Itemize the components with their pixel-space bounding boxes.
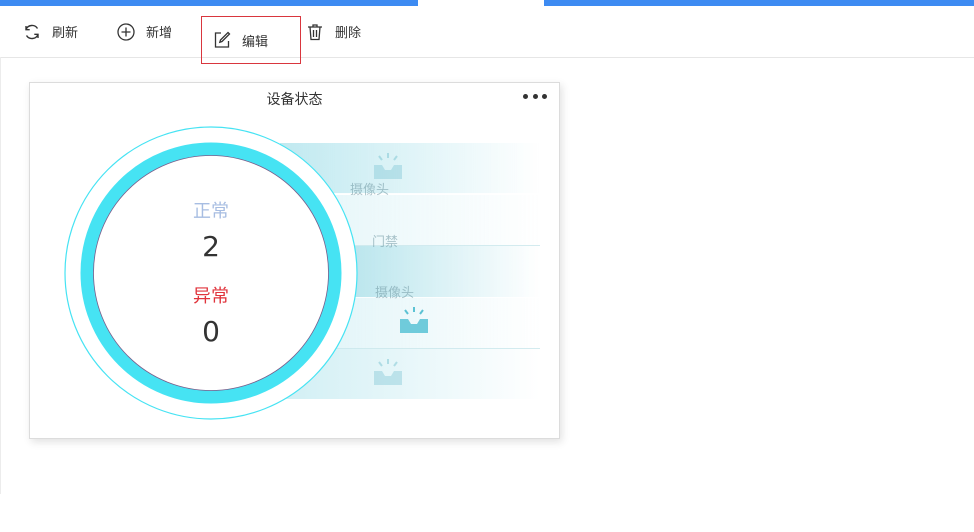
status-gauge: 正常 2 异常 0: [63, 125, 359, 421]
trash-icon: [305, 22, 325, 42]
refresh-button[interactable]: 刷新: [22, 6, 78, 57]
card-title: 设备状态: [266, 92, 323, 108]
device-label: 门禁: [372, 235, 399, 250]
add-label: 新增: [146, 26, 173, 41]
add-button[interactable]: 新增: [116, 6, 172, 57]
edit-icon: [212, 30, 232, 50]
edit-label: 编辑: [242, 34, 269, 50]
edit-button[interactable]: 编辑: [201, 16, 301, 64]
toolbar: 刷新 新增 编辑 删除: [0, 6, 974, 64]
tray-icon: [400, 307, 428, 333]
more-icon[interactable]: [523, 87, 547, 105]
delete-button[interactable]: 删除: [305, 6, 361, 57]
normal-label: 正常: [193, 201, 229, 222]
device-label: 摄像头: [375, 286, 415, 301]
delete-label: 删除: [335, 26, 362, 41]
abnormal-count: 0: [202, 315, 220, 348]
abnormal-label: 异常: [193, 286, 229, 307]
refresh-label: 刷新: [52, 26, 79, 41]
refresh-icon: [22, 22, 42, 42]
gauge-rings: [64, 126, 358, 420]
device-status-card: 设备状态 摄像头 门禁 摄像头 正常 2 异常 0: [29, 82, 560, 439]
tray-icon: [374, 359, 402, 385]
normal-count: 2: [202, 230, 220, 263]
plus-circle-icon: [116, 22, 136, 42]
left-divider: [0, 57, 1, 494]
